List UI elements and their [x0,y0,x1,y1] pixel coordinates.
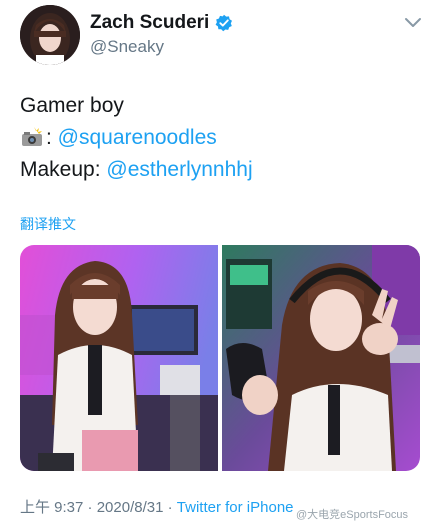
tweet-text: Gamer boy : @squarenoodles Makeup: @esth… [20,90,420,186]
tweet-header: Zach Scuderi @Sneaky [0,0,440,80]
meta-separator: · [83,499,97,516]
name-row: Zach Scuderi [90,12,233,34]
camera-flash-icon [20,125,44,146]
verified-badge-icon [215,14,233,32]
tweet-text-prefix: Makeup: [20,158,107,181]
avatar[interactable] [20,5,80,65]
tweet-date: 2020/8/31 [96,499,164,516]
display-name[interactable]: Zach Scuderi [90,12,209,34]
meta-separator: · [163,499,177,516]
tweet-photo-2[interactable] [222,245,420,471]
tweet-text-line: Gamer boy [20,94,124,117]
translate-tweet-link[interactable]: 翻译推文 [20,214,76,234]
media-grid [20,245,420,471]
mention-link-photographer[interactable]: @squarenoodles [58,126,217,149]
chevron-down-icon[interactable] [404,16,422,28]
user-handle[interactable]: @Sneaky [90,37,164,57]
tweet-time: 上午 9:37 [20,499,84,516]
tweet-separator: : [46,126,58,149]
tweet-line-1: Gamer boy [20,90,420,122]
tweet-line-2: : @squarenoodles [20,122,420,154]
tweet-photo-1[interactable] [20,245,218,471]
tweet-line-3: Makeup: @estherlynnhhj [20,154,420,186]
mention-link-makeup[interactable]: @estherlynnhhj [106,158,252,181]
watermark: @大电竞eSportsFocus [296,509,409,521]
tweet-metadata: 上午 9:37 · 2020/8/31 · Twitter for iPhone [20,496,294,517]
tweet-source-link[interactable]: Twitter for iPhone [177,499,294,516]
